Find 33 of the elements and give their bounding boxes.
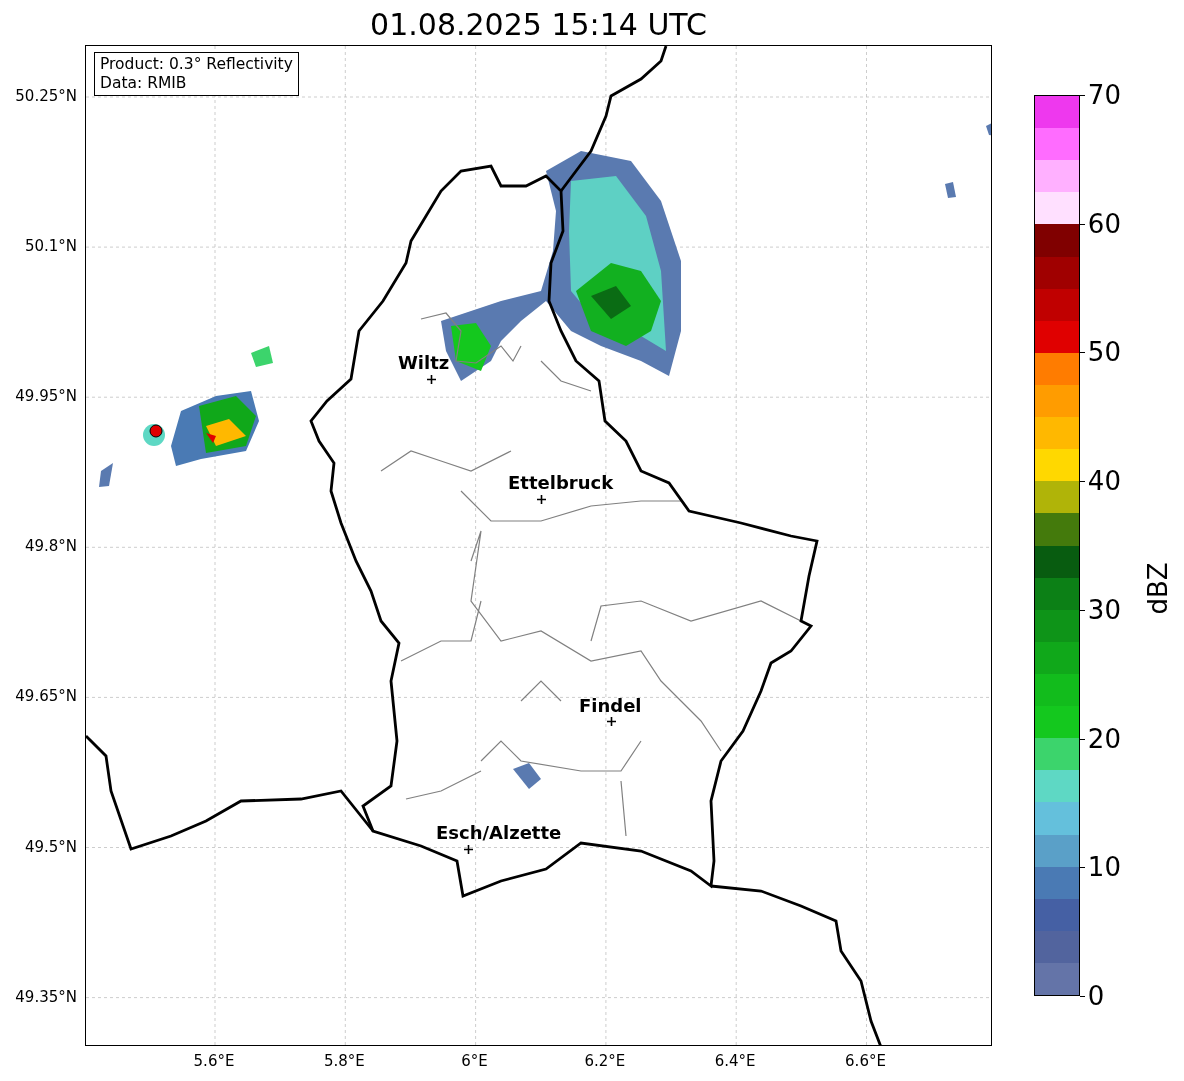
latitude-label: 50.25°N (15, 85, 77, 107)
colorbar-tick-label: 0 (1087, 981, 1105, 1011)
longitude-label: 6.6°E (845, 1051, 886, 1072)
latitude-label: 49.65°N (15, 686, 77, 708)
city-marker-icon (427, 375, 436, 384)
longitude-label: 5.8°E (323, 1051, 365, 1072)
colorbar-tick-label: 50 (1087, 337, 1121, 368)
city-marker-icon (607, 717, 616, 726)
longitude-label: 6.4°E (714, 1051, 756, 1072)
colorbar-tick-label: 10 (1087, 852, 1121, 883)
city-marker-icon (537, 495, 546, 504)
longitude-label: 6.2°E (584, 1051, 626, 1072)
latitude-label: 49.95°N (15, 385, 77, 407)
longitude-label: 6°E (461, 1051, 488, 1072)
colorbar-tick-label: 30 (1087, 594, 1121, 625)
city-label: Esch/Alzette (436, 823, 562, 843)
city-label: Wiltz (398, 353, 450, 373)
colorbar-tick-label: 20 (1087, 723, 1121, 754)
info-text: Data: RMIB (100, 74, 188, 93)
colorbar-tick-label: 40 (1087, 466, 1121, 497)
latitude-label: 49.5°N (24, 836, 77, 858)
chart-title: 01.08.2025 15:14 UTC (369, 6, 708, 44)
longitude-label: 5.6°E (193, 1051, 235, 1072)
info-text: Product: 0.3° Reflectivity (100, 55, 293, 74)
latitude-label: 49.35°N (15, 986, 77, 1008)
city-marker-icon (464, 845, 473, 854)
city-label: Findel (579, 696, 642, 716)
colorbar-tick-label: 60 (1087, 208, 1121, 239)
colorbar-tick-label: 70 (1087, 80, 1121, 110)
latitude-label: 50.1°N (24, 235, 77, 257)
latitude-label: 49.8°N (24, 536, 77, 558)
colorbar-label: dBZ (1141, 561, 1174, 615)
city-label: Ettelbruck (508, 473, 614, 493)
